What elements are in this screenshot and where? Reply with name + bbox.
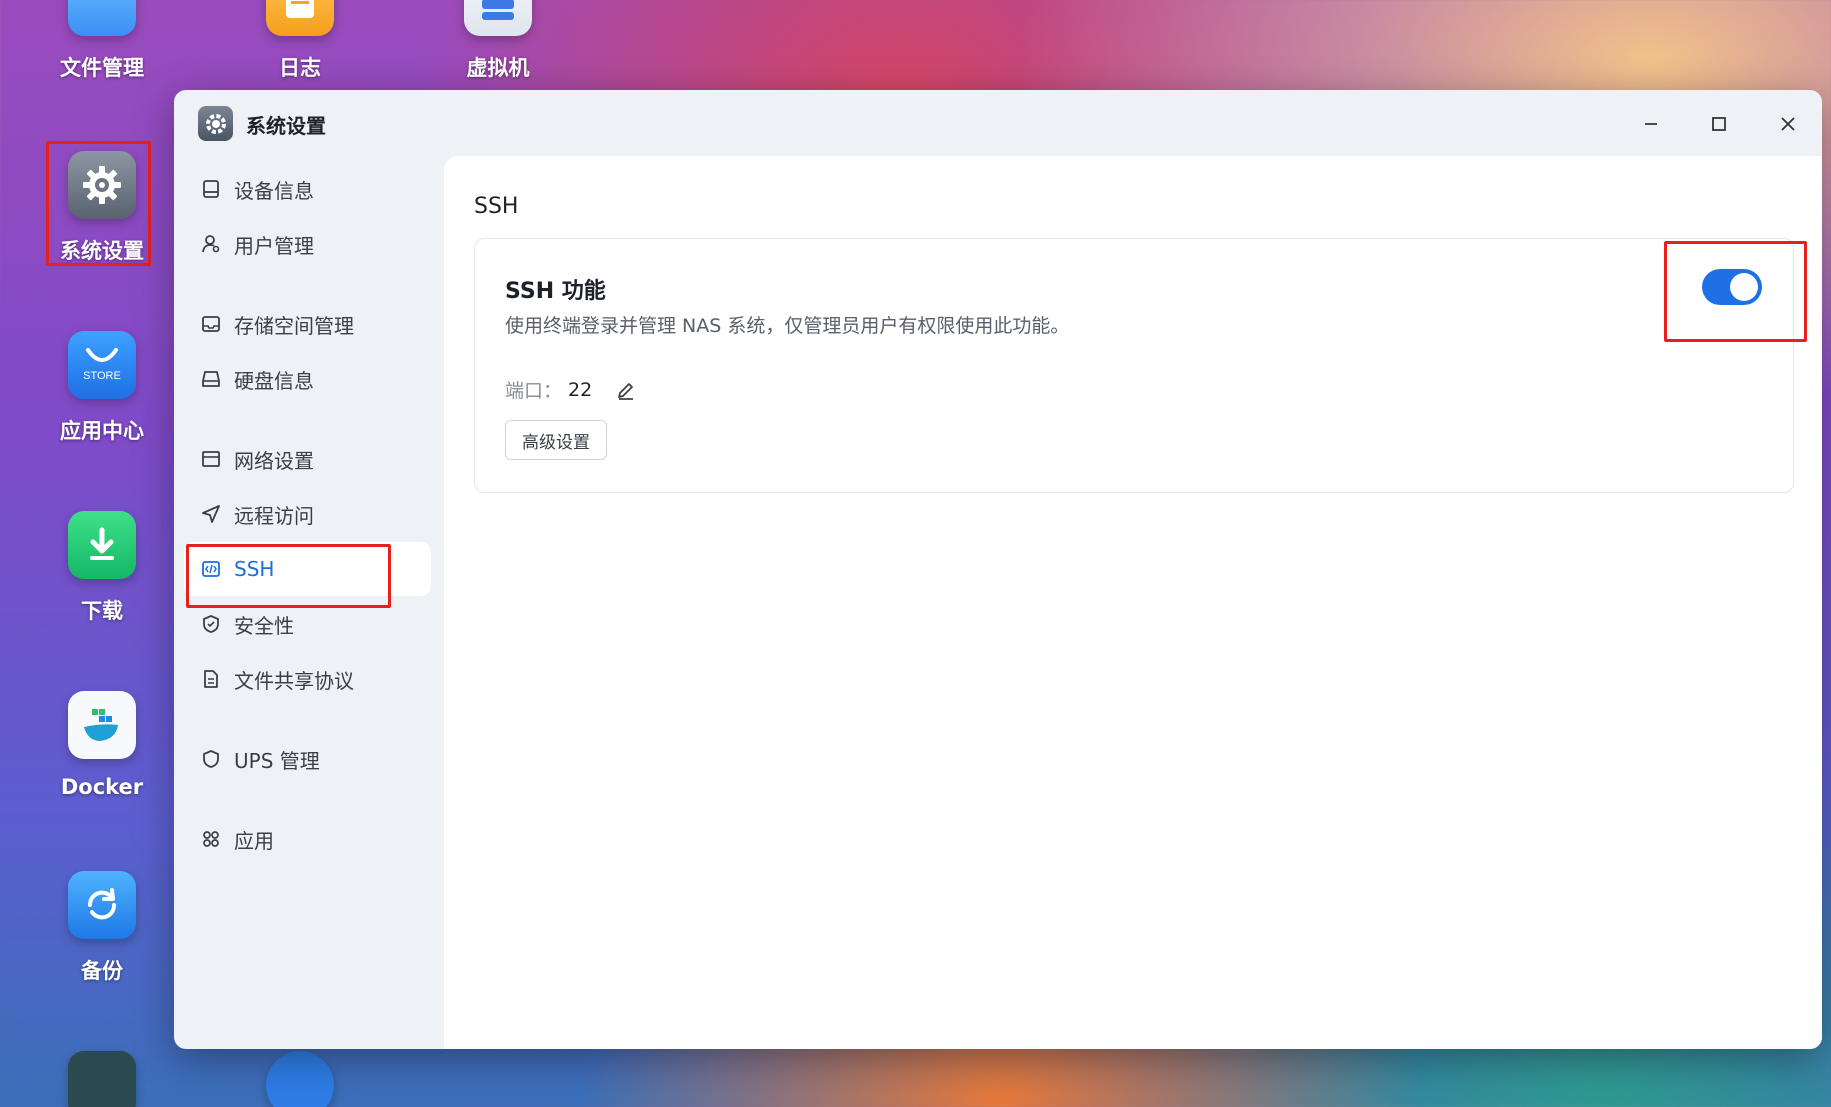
desktop-icon-system-settings[interactable]: 系统设置 [32, 151, 172, 265]
sidebar-item-apps[interactable]: 应用 [184, 812, 431, 866]
sidebar-item-security[interactable]: 安全性 [184, 597, 431, 651]
shield-check-icon [200, 613, 222, 635]
remote-access-icon [200, 503, 222, 525]
folder-icon [68, 0, 136, 36]
download-icon [68, 511, 136, 579]
desktop-icon-vm[interactable]: 虚拟机 [428, 0, 568, 82]
apps-grid-icon [200, 828, 222, 850]
server-icon [464, 0, 532, 36]
sync-icon [68, 871, 136, 939]
store-bag-icon: STORE [68, 331, 136, 399]
minimize-button[interactable] [1635, 108, 1667, 140]
desktop-icon-log[interactable]: 日志 [230, 0, 370, 82]
desktop-icon-monitor[interactable] [32, 1051, 172, 1107]
close-icon [1781, 117, 1795, 131]
desktop-icon-docker[interactable]: Docker [32, 691, 172, 799]
browser-icon [266, 1051, 334, 1107]
minimize-icon [1645, 123, 1657, 125]
gear-icon [68, 151, 136, 219]
desktop-icon-app-center[interactable]: STORE 应用中心 [32, 331, 172, 445]
docker-whale-icon [68, 691, 136, 759]
sidebar-item-network[interactable]: 网络设置 [184, 432, 431, 486]
desktop-icon-file-manager[interactable]: 文件管理 [32, 0, 172, 82]
document-icon [200, 668, 222, 690]
ssh-card-title: SSH 功能 [505, 279, 606, 304]
close-button[interactable] [1772, 108, 1804, 140]
code-icon [200, 558, 222, 580]
sidebar-item-storage[interactable]: 存储空间管理 [184, 297, 431, 351]
edit-port-button[interactable] [614, 378, 638, 402]
sidebar-item-ssh[interactable]: SSH [184, 542, 431, 596]
toggle-knob [1730, 273, 1758, 301]
sidebar-item-file-sharing[interactable]: 文件共享协议 [184, 652, 431, 706]
sidebar-item-remote-access[interactable]: 远程访问 [184, 487, 431, 541]
pencil-icon [618, 382, 634, 400]
page-title: SSH [474, 194, 519, 219]
advanced-settings-button[interactable]: 高级设置 [505, 420, 607, 460]
desktop-icon-download[interactable]: 下载 [32, 511, 172, 625]
settings-sidebar: 设备信息 用户管理 存储空间管理 硬盘信息 网络设置 远程访问 SSH 安全性 [174, 156, 444, 1049]
storage-icon [200, 313, 222, 335]
system-settings-window: 系统设置 设备信息 用户管理 存储空间管理 硬盘信息 网络设置 远程访问 SSH… [174, 90, 1822, 1049]
port-row: 端口： 22 [505, 376, 638, 403]
chart-icon [68, 1051, 136, 1107]
sidebar-item-disk-info[interactable]: 硬盘信息 [184, 352, 431, 406]
title-bar[interactable]: 系统设置 [174, 90, 1822, 156]
port-value: 22 [568, 378, 593, 401]
device-info-icon [200, 178, 222, 200]
sidebar-item-device-info[interactable]: 设备信息 [184, 162, 431, 216]
disk-icon [200, 368, 222, 390]
ssh-toggle[interactable] [1702, 269, 1762, 305]
settings-app-icon [198, 106, 233, 141]
desktop-icon-backup[interactable]: 备份 [32, 871, 172, 985]
shield-icon [200, 748, 222, 770]
port-label: 端口： [505, 380, 563, 402]
sidebar-item-user-manage[interactable]: 用户管理 [184, 217, 431, 271]
ssh-card: SSH 功能 使用终端登录并管理 NAS 系统，仅管理员用户有权限使用此功能。 … [474, 238, 1794, 493]
sidebar-item-ups[interactable]: UPS 管理 [184, 732, 431, 786]
user-manage-icon [200, 233, 222, 255]
maximize-button[interactable] [1703, 108, 1735, 140]
window-title: 系统设置 [246, 114, 326, 138]
maximize-icon [1712, 117, 1726, 131]
settings-content: SSH SSH 功能 使用终端登录并管理 NAS 系统，仅管理员用户有权限使用此… [444, 156, 1822, 1049]
network-icon [200, 448, 222, 470]
desktop-icon-browser[interactable] [230, 1051, 370, 1107]
ssh-card-description: 使用终端登录并管理 NAS 系统，仅管理员用户有权限使用此功能。 [505, 315, 1070, 337]
log-icon [266, 0, 334, 36]
